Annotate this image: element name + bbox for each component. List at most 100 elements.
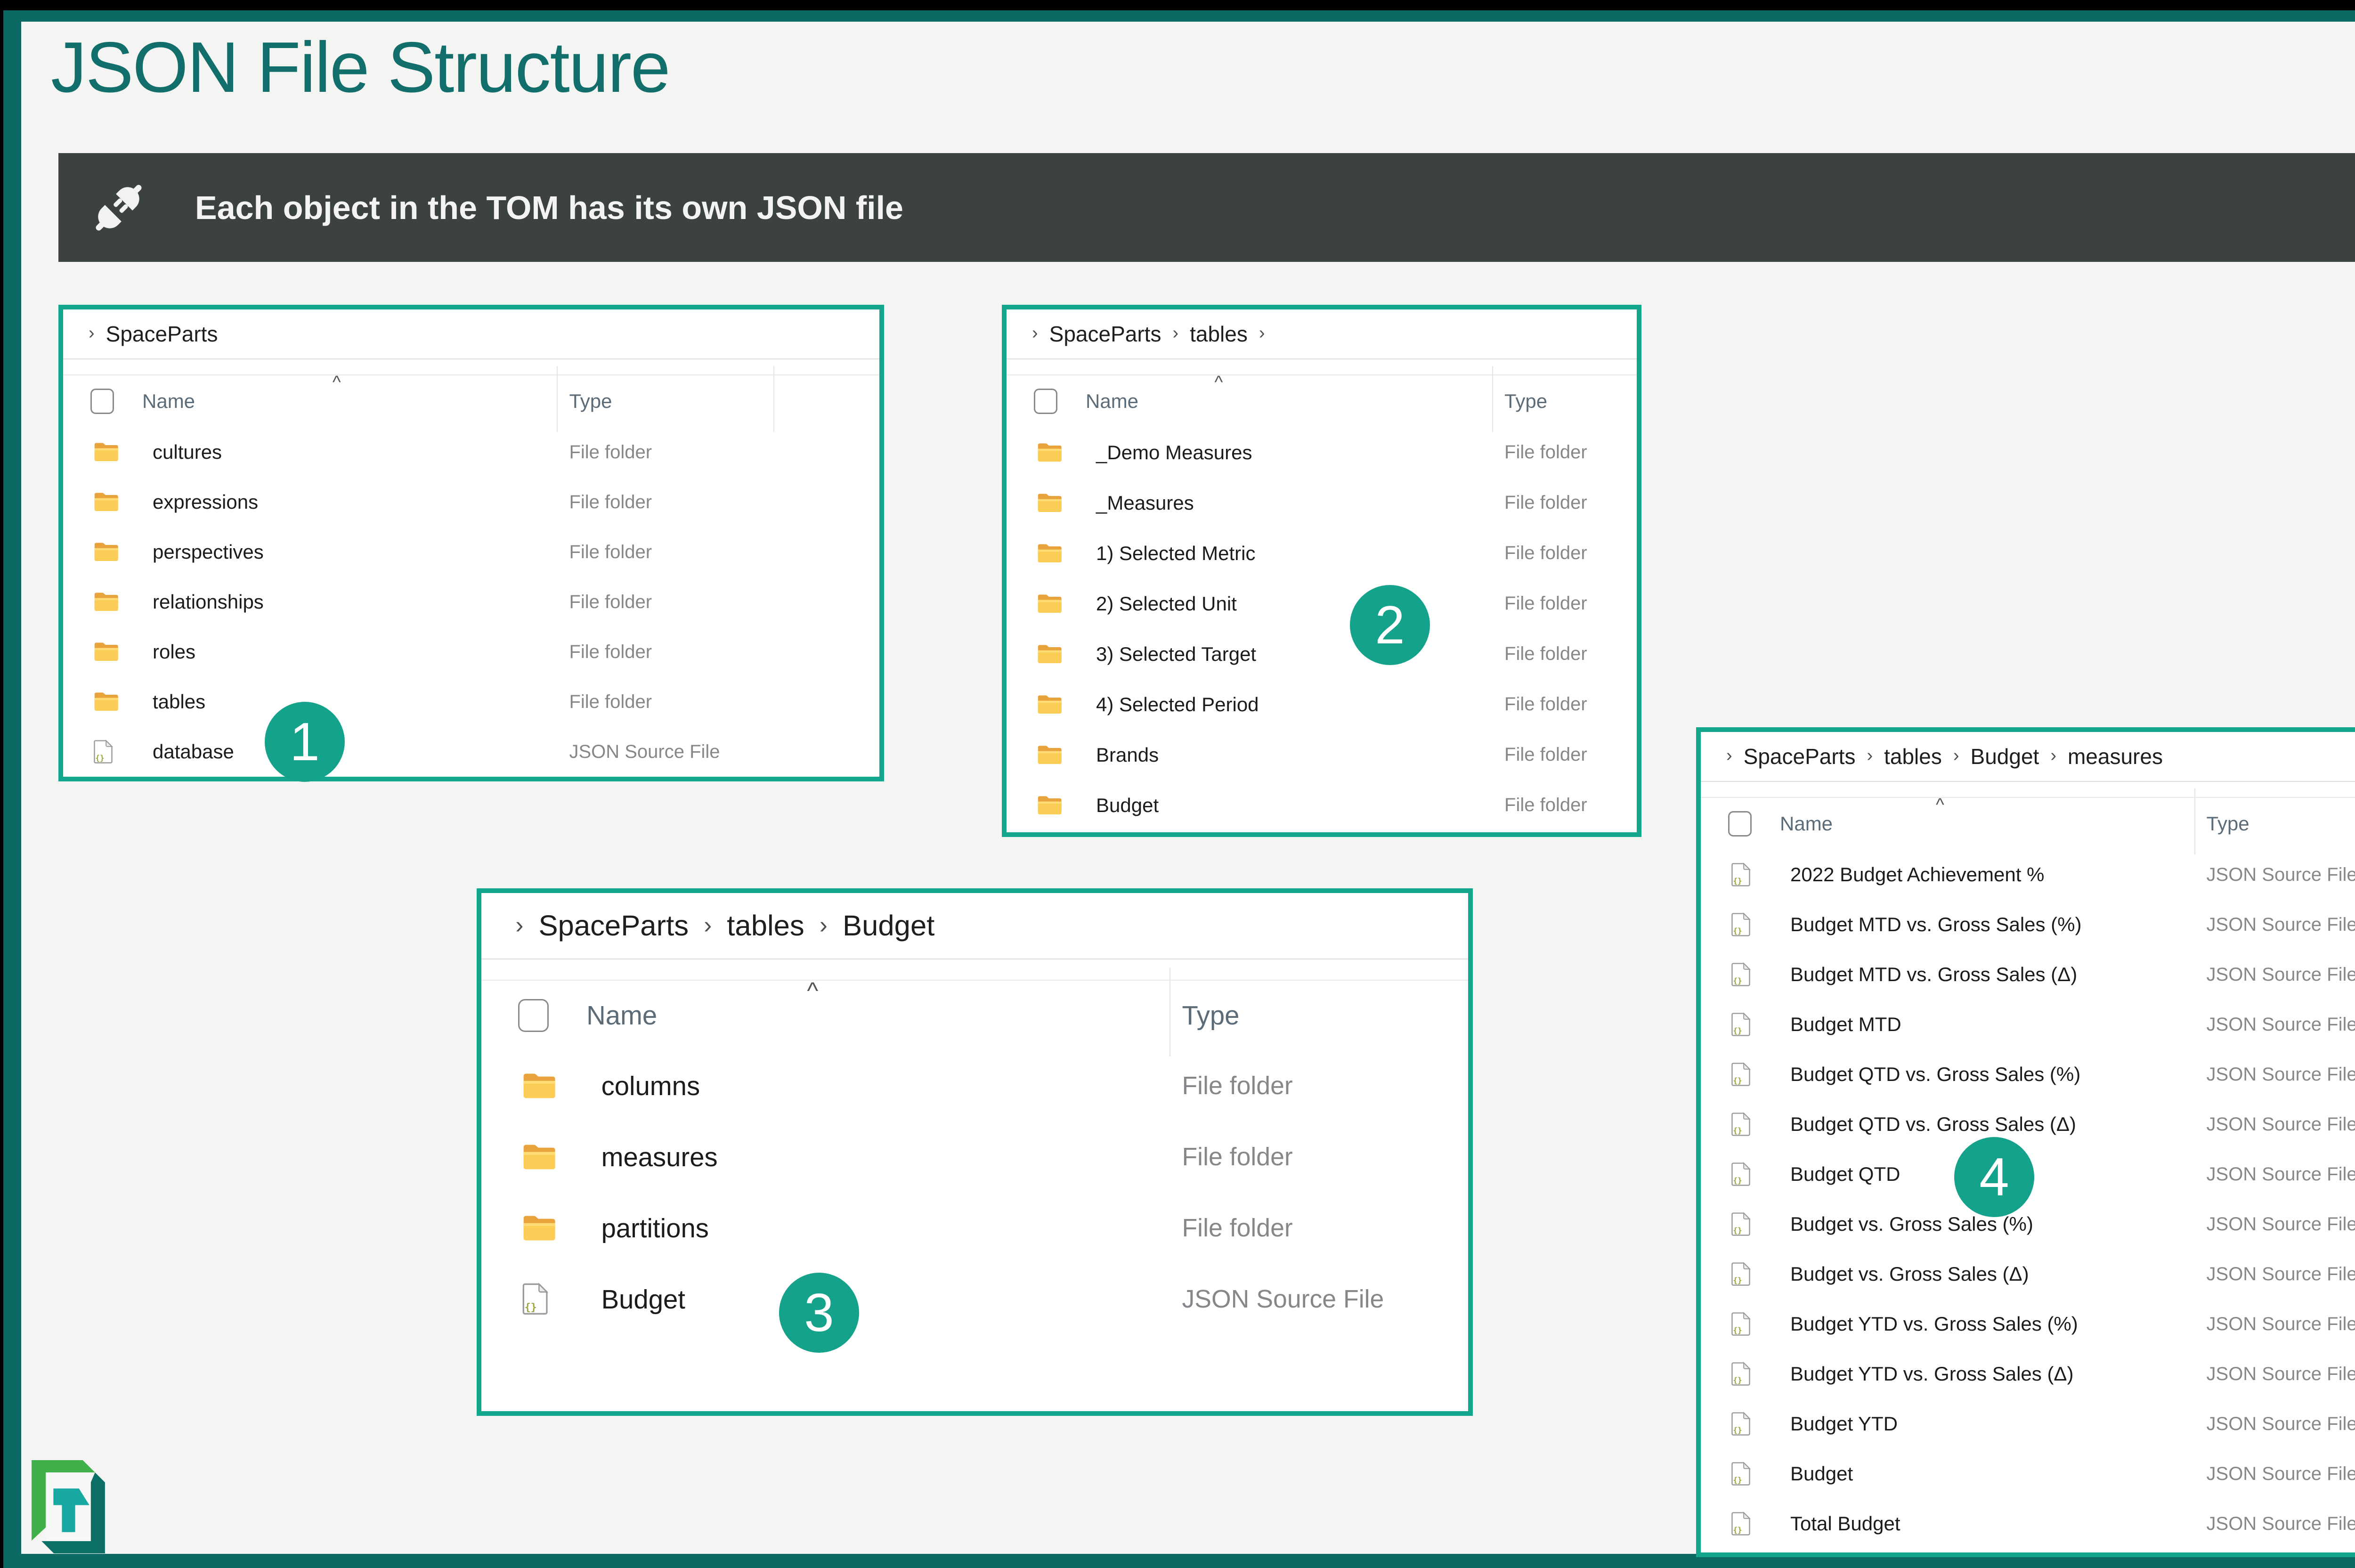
file-row[interactable]: 2) Selected Unit File folder [1007, 578, 1637, 629]
file-type: File folder [1504, 593, 1587, 614]
file-row[interactable]: Budget File folder [1007, 780, 1637, 830]
column-header-name[interactable]: Name [586, 1000, 657, 1031]
file-type: JSON Source File [2206, 964, 2355, 985]
file-row[interactable]: {} Budget MTD JSON Source File [1701, 999, 2355, 1049]
breadcrumb-segment[interactable]: tables [727, 909, 804, 942]
breadcrumb-segment[interactable]: tables [1884, 744, 1942, 769]
breadcrumb: › SpaceParts › tables › [1007, 309, 1637, 359]
file-type: File folder [569, 491, 652, 512]
json-file-icon: {} [93, 739, 113, 764]
banner: Each object in the TOM has its own JSON … [58, 153, 2355, 262]
file-row[interactable]: {} Total Budget JSON Source File [1701, 1499, 2355, 1549]
file-type: JSON Source File [569, 741, 720, 762]
file-type: JSON Source File [2206, 1413, 2355, 1434]
file-row[interactable]: {} Budget YTD JSON Source File [1701, 1399, 2355, 1449]
file-type: JSON Source File [2206, 1163, 2355, 1185]
file-row[interactable]: {} database JSON Source File [63, 727, 879, 777]
breadcrumb-segment[interactable]: Budget [1971, 744, 2039, 769]
file-name: Budget MTD vs. Gross Sales (Δ) [1790, 963, 2078, 985]
folder-icon [93, 591, 119, 612]
svg-text:{}: {} [525, 1302, 537, 1314]
file-type: File folder [1504, 543, 1587, 563]
file-row[interactable]: Brands File folder [1007, 730, 1637, 780]
file-type: JSON Source File [2206, 1513, 2355, 1534]
folder-icon [522, 1072, 557, 1100]
svg-text:{}: {} [1733, 1276, 1742, 1285]
column-divider [1492, 366, 1494, 432]
column-header-type[interactable]: Type [1504, 390, 1547, 413]
breadcrumb-segment[interactable]: Budget [843, 909, 934, 942]
file-row[interactable]: {} Budget QTD vs. Gross Sales (%) JSON Sou… [1701, 1049, 2355, 1099]
toolbar-strip [1701, 782, 2355, 798]
select-all-checkbox[interactable] [1728, 811, 1752, 837]
json-file-icon: {} [1731, 1212, 1751, 1236]
file-row[interactable]: 1) Selected Metric File folder [1007, 528, 1637, 578]
svg-text:{}: {} [1733, 1126, 1742, 1135]
file-row[interactable]: {} Budget JSON Source File [1701, 1449, 2355, 1499]
file-row[interactable]: {} Budget QTD vs. Gross Sales (Δ) JSON Sou… [1701, 1099, 2355, 1149]
breadcrumb-chevron-icon: › [515, 911, 524, 939]
step-badge-2: 2 [1350, 585, 1430, 665]
select-all-checkbox[interactable] [90, 389, 114, 414]
explorer-panel-tables: › SpaceParts › tables › ^ Name Type _Demo Me… [1002, 305, 1641, 837]
file-row[interactable]: 4) Selected Period File folder [1007, 679, 1637, 730]
svg-text:{}: {} [1733, 1176, 1742, 1185]
select-all-checkbox[interactable] [518, 999, 549, 1032]
svg-text:{}: {} [95, 754, 104, 763]
file-row[interactable]: perspectives File folder [63, 527, 879, 577]
file-type: File folder [1504, 643, 1587, 664]
svg-text:{}: {} [1733, 1376, 1742, 1385]
file-name: Budget vs. Gross Sales (Δ) [1790, 1263, 2029, 1285]
file-row[interactable]: relationships File folder [63, 577, 879, 627]
file-row[interactable]: {} Budget MTD vs. Gross Sales (Δ) JSON Sou… [1701, 950, 2355, 999]
file-row[interactable]: {} Budget vs. Gross Sales (Δ) JSON Source … [1701, 1249, 2355, 1299]
breadcrumb-segment[interactable]: SpaceParts [1049, 321, 1161, 347]
file-row[interactable]: {} Budget YTD vs. Gross Sales (Δ) JSON Sou… [1701, 1349, 2355, 1399]
file-row[interactable]: columns File folder [481, 1050, 1468, 1121]
file-name: Budget MTD vs. Gross Sales (%) [1790, 913, 2082, 935]
json-file-icon: {} [1731, 1262, 1751, 1286]
file-row[interactable]: 3) Selected Target File folder [1007, 629, 1637, 679]
file-row[interactable]: {} Budget vs. Gross Sales (%) JSON Source … [1701, 1199, 2355, 1249]
breadcrumb-chevron-icon: › [1172, 323, 1179, 343]
column-header-name[interactable]: Name [142, 390, 195, 413]
file-type: JSON Source File [2206, 1064, 2355, 1085]
file-type: File folder [1504, 442, 1587, 463]
breadcrumb-segment[interactable]: SpaceParts [1744, 744, 1856, 769]
file-row[interactable]: {} Budget JSON Source File [481, 1264, 1468, 1335]
file-type: File folder [1504, 694, 1587, 715]
file-row[interactable]: cultures File folder [63, 427, 879, 477]
file-row[interactable]: {} Budget MTD vs. Gross Sales (%) JSON Sou… [1701, 900, 2355, 950]
file-row[interactable]: partitions File folder [481, 1193, 1468, 1264]
file-name: 2) Selected Unit [1096, 592, 1237, 615]
breadcrumb-segment[interactable]: SpaceParts [106, 321, 218, 347]
json-file-icon: {} [1731, 862, 1751, 887]
file-name: 4) Selected Period [1096, 693, 1259, 715]
sort-caret-icon: ^ [807, 977, 819, 1005]
file-row[interactable]: _Measures File folder [1007, 478, 1637, 528]
file-row[interactable]: roles File folder [63, 627, 879, 677]
select-all-checkbox[interactable] [1034, 389, 1057, 414]
file-row[interactable]: {} 2022 Budget Achievement % JSON Source F… [1701, 850, 2355, 900]
file-row[interactable]: _Demo Measures File folder [1007, 427, 1637, 478]
file-name: expressions [153, 491, 259, 513]
column-header-type[interactable]: Type [1182, 1000, 1239, 1031]
file-row[interactable]: measures File folder [481, 1121, 1468, 1193]
breadcrumb-chevron-icon: › [1259, 323, 1265, 343]
column-header-type[interactable]: Type [569, 390, 612, 413]
column-header-name[interactable]: Name [1780, 812, 1833, 835]
column-header-name[interactable]: Name [1086, 390, 1138, 413]
breadcrumb-chevron-icon: › [1726, 745, 1732, 765]
file-row[interactable]: tables File folder [63, 677, 879, 727]
breadcrumb-segment[interactable]: measures [2068, 744, 2163, 769]
file-row[interactable]: {} Budget YTD vs. Gross Sales (%) JSON Sou… [1701, 1299, 2355, 1349]
breadcrumb-segment[interactable]: tables [1190, 321, 1248, 347]
file-type: JSON Source File [1182, 1285, 1384, 1314]
column-header-type[interactable]: Type [2207, 812, 2249, 835]
column-header-row: ^ Name Type [1007, 366, 1637, 432]
file-row[interactable]: expressions File folder [63, 477, 879, 527]
breadcrumb-segment[interactable]: SpaceParts [538, 909, 689, 942]
json-file-icon: {} [1731, 1112, 1751, 1137]
file-name: 1) Selected Metric [1096, 542, 1256, 564]
column-divider [773, 366, 774, 432]
